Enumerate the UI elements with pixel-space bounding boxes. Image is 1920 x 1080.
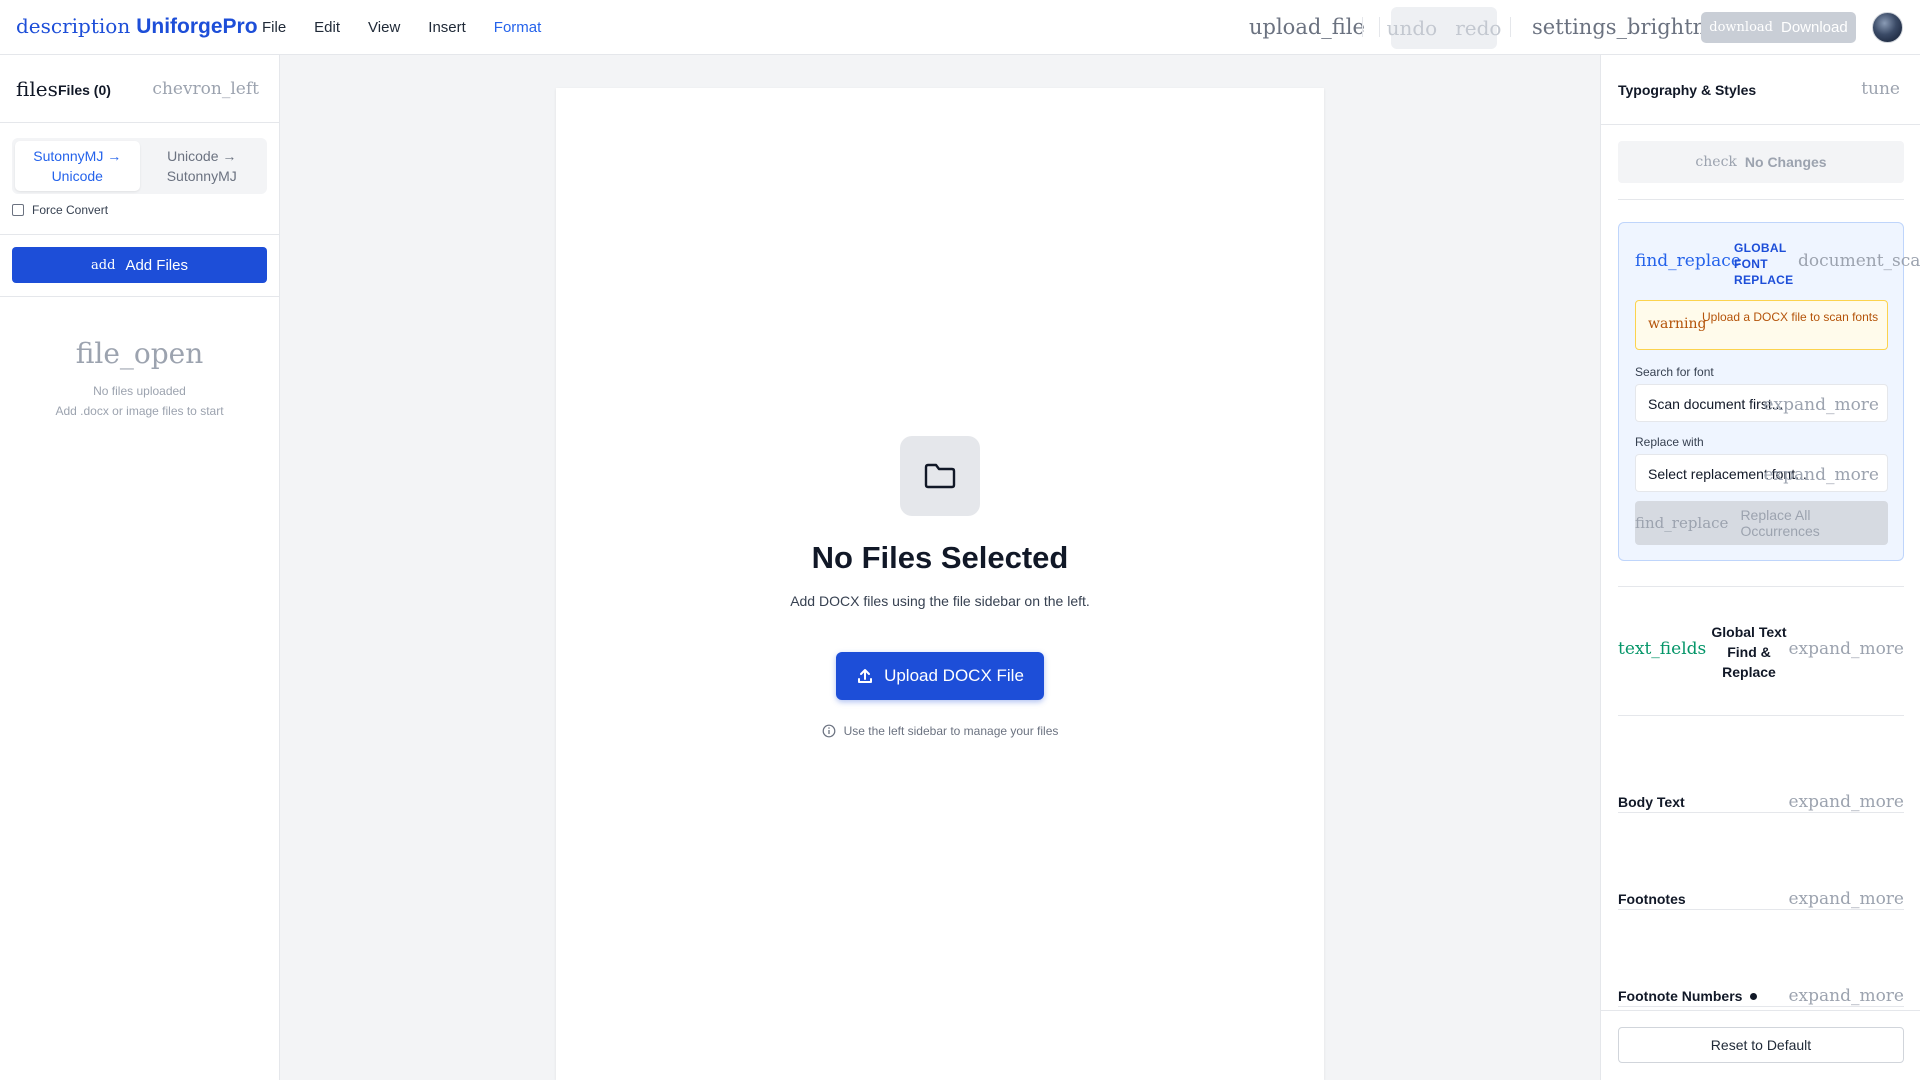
search-font-select[interactable]: Scan document first... expand_more bbox=[1635, 384, 1888, 422]
files-title: Files (0) bbox=[58, 82, 111, 98]
hint-row: Use the left sidebar to manage your file… bbox=[556, 724, 1324, 738]
empty-files-state: file_open No files uploaded Add .docx or… bbox=[0, 297, 279, 418]
menu-edit[interactable]: Edit bbox=[314, 19, 340, 36]
header-divider bbox=[1379, 17, 1380, 37]
chevron-left-icon[interactable]: chevron_left bbox=[152, 79, 259, 99]
avatar[interactable] bbox=[1872, 12, 1903, 43]
footnote-numbers-title: Footnote Numbers bbox=[1618, 988, 1743, 1004]
expand-more-icon[interactable]: expand_more bbox=[1788, 792, 1904, 812]
document-canvas: No Files Selected Add DOCX files using t… bbox=[556, 88, 1324, 1080]
footnotes-section[interactable]: Footnotes expand_more bbox=[1618, 851, 1904, 948]
expand-more-icon: expand_more bbox=[1763, 465, 1879, 485]
file-sidebar: files Files (0) chevron_left SutonnyMJ →… bbox=[0, 55, 280, 1080]
document-scanner-icon[interactable]: document_scanner bbox=[1798, 251, 1920, 271]
add-files-button[interactable]: add Add Files bbox=[12, 247, 267, 283]
download-icon: download bbox=[1709, 20, 1773, 35]
description-icon: description bbox=[16, 14, 131, 38]
replace-all-button[interactable]: find_replace Replace All Occurrences bbox=[1635, 501, 1888, 545]
empty-files-hint: Add .docx or image files to start bbox=[55, 404, 224, 418]
files-icon: files bbox=[16, 77, 58, 101]
global-font-replace-title: GLOBAL FONT REPLACE bbox=[1734, 241, 1794, 287]
conversion-panel: SutonnyMJ → Unicode Unicode → SutonnyMJ … bbox=[0, 123, 279, 235]
text-fields-icon: text_fields bbox=[1618, 639, 1707, 659]
warning-box: warning Upload a DOCX file to scan fonts bbox=[1635, 300, 1888, 350]
body-text-section[interactable]: Body Text expand_more bbox=[1618, 754, 1904, 851]
reset-to-default-button[interactable]: Reset to Default bbox=[1618, 1027, 1904, 1063]
app-logo[interactable]: description UniforgePro bbox=[16, 14, 258, 39]
mode-unicode-to-sutonny[interactable]: Unicode → SutonnyMJ bbox=[140, 141, 265, 191]
global-text-find-replace-section[interactable]: text_fields Global Text Find & Replace e… bbox=[1618, 587, 1904, 717]
footnotes-title: Footnotes bbox=[1618, 891, 1686, 907]
check-icon: check bbox=[1695, 154, 1737, 170]
divider bbox=[1618, 199, 1904, 200]
expand-more-icon[interactable]: expand_more bbox=[1788, 639, 1904, 659]
divider bbox=[1618, 1006, 1904, 1007]
menu-format[interactable]: Format bbox=[494, 19, 542, 36]
divider bbox=[1618, 909, 1904, 910]
sidebar-footer: Reset to Default bbox=[1601, 1010, 1920, 1080]
header-divider bbox=[1362, 17, 1363, 37]
folder-icon bbox=[924, 463, 956, 489]
add-files-label: Add Files bbox=[125, 256, 188, 274]
empty-state-subtitle: Add DOCX files using the file sidebar on… bbox=[790, 593, 1090, 609]
expand-more-icon: expand_more bbox=[1763, 395, 1879, 415]
typography-title: Typography & Styles bbox=[1618, 82, 1757, 98]
footnote-numbers-title-wrap: Footnote Numbers bbox=[1618, 988, 1758, 1004]
typography-sidebar: Typography & Styles tune check No Change… bbox=[1600, 55, 1920, 1080]
add-files-section: add Add Files bbox=[0, 235, 279, 297]
warning-text: Upload a DOCX file to scan fonts bbox=[1702, 310, 1879, 324]
search-font-label: Search for font bbox=[1635, 365, 1714, 379]
replace-all-label: Replace All Occurrences bbox=[1740, 507, 1820, 539]
upload-icon bbox=[858, 669, 873, 683]
menu-bar: File Edit View Insert Format bbox=[262, 19, 569, 36]
body-text-title: Body Text bbox=[1618, 794, 1685, 810]
upload-docx-button[interactable]: Upload DOCX File bbox=[836, 652, 1044, 700]
global-font-replace-card: find_replace GLOBAL FONT REPLACE documen… bbox=[1618, 222, 1920, 561]
download-button[interactable]: download Download bbox=[1701, 12, 1856, 43]
upload-file-icon[interactable]: upload_file bbox=[1249, 15, 1365, 39]
empty-files-message: No files uploaded bbox=[93, 384, 186, 398]
tune-icon[interactable]: tune bbox=[1861, 79, 1900, 99]
find-replace-icon: find_replace bbox=[1635, 251, 1741, 271]
no-changes-button[interactable]: check No Changes bbox=[1618, 141, 1904, 183]
undo-icon[interactable]: undo bbox=[1387, 16, 1438, 40]
app-title: UniforgePro bbox=[136, 15, 258, 38]
typography-header: Typography & Styles tune bbox=[1601, 55, 1920, 125]
force-convert-label: Force Convert bbox=[32, 203, 109, 217]
download-label: Download bbox=[1781, 19, 1848, 36]
hint-text: Use the left sidebar to manage your file… bbox=[843, 724, 1059, 738]
mode-sutonny-to-unicode[interactable]: SutonnyMJ → Unicode bbox=[15, 141, 140, 191]
no-changes-label: No Changes bbox=[1744, 154, 1827, 170]
menu-insert[interactable]: Insert bbox=[428, 19, 466, 36]
top-bar: description UniforgePro File Edit View I… bbox=[0, 0, 1920, 55]
folder-icon-box bbox=[900, 436, 980, 516]
conversion-mode-toggle: SutonnyMJ → Unicode Unicode → SutonnyMJ bbox=[12, 138, 267, 194]
force-convert-row[interactable]: Force Convert bbox=[12, 203, 108, 217]
undo-redo-group: undo redo bbox=[1387, 7, 1501, 49]
force-convert-checkbox[interactable] bbox=[12, 204, 24, 216]
global-text-find-replace-title: Global Text Find & Replace bbox=[1711, 624, 1787, 680]
menu-view[interactable]: View bbox=[368, 19, 400, 36]
replace-with-select[interactable]: Select replacement font... expand_more bbox=[1635, 454, 1888, 492]
info-icon bbox=[822, 724, 836, 738]
header-divider bbox=[1510, 17, 1511, 37]
add-icon: add bbox=[91, 257, 116, 273]
file-open-icon: file_open bbox=[75, 337, 204, 370]
warning-icon: warning bbox=[1648, 316, 1707, 332]
upload-docx-label: Upload DOCX File bbox=[884, 666, 1024, 685]
redo-icon[interactable]: redo bbox=[1455, 16, 1501, 40]
find-replace-icon: find_replace bbox=[1635, 514, 1729, 532]
menu-file[interactable]: File bbox=[262, 19, 286, 36]
replace-with-label: Replace with bbox=[1635, 435, 1704, 449]
divider bbox=[1618, 715, 1904, 716]
expand-more-icon[interactable]: expand_more bbox=[1788, 889, 1904, 909]
files-header: files Files (0) chevron_left bbox=[0, 55, 279, 123]
divider bbox=[1618, 812, 1904, 813]
modified-dot bbox=[1750, 992, 1758, 1000]
empty-state-title: No Files Selected bbox=[811, 540, 1069, 575]
expand-more-icon[interactable]: expand_more bbox=[1788, 986, 1904, 1006]
